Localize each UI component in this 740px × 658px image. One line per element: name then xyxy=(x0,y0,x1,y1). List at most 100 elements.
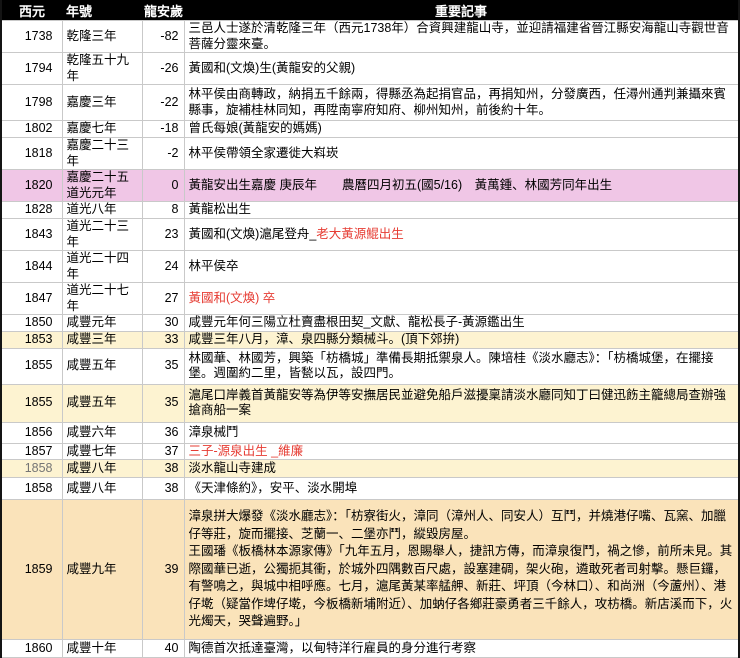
table-row: 1856 咸豐六年 36 漳泉械鬥 xyxy=(0,421,740,444)
age-cell: 38 xyxy=(141,459,185,478)
age-cell: 27 xyxy=(141,282,185,315)
era-cell: 咸豐八年 xyxy=(61,459,143,478)
age-cell: 35 xyxy=(141,383,185,423)
record-text: 黃國和(文煥)滬尾登舟_ xyxy=(188,226,317,241)
record-cell: 黃國和(文煥)滬尾登舟_老大黃源鯤出生 xyxy=(183,218,740,251)
era-cell: 咸豐十年 xyxy=(61,639,143,658)
record-cell: 黃國和(文煥)生(黃龍安的父親) xyxy=(183,52,740,85)
year-cell: 1860 xyxy=(0,639,63,658)
age-cell: -18 xyxy=(141,120,185,138)
table-row: 1850 咸豐元年 30 咸豐元年何三陽立杜賣盡根田契_文獻、龍松長子-黃源鑑出… xyxy=(0,314,740,332)
record-cell: 黃龍松出生 xyxy=(183,201,740,219)
era-cell: 嘉慶二十五 道光元年 xyxy=(61,169,143,202)
era-cell: 道光八年 xyxy=(61,201,143,219)
table-row: 1847 道光二十七年 27 黃國和(文煥) 卒 xyxy=(0,282,740,315)
year-cell: 1844 xyxy=(0,250,63,283)
column-header-era: 年號 xyxy=(62,0,142,21)
age-cell: 38 xyxy=(141,477,185,500)
record-cell: 漳泉械鬥 xyxy=(183,421,740,444)
column-header-record: 重要記事 xyxy=(184,0,739,21)
year-cell: 1858 xyxy=(0,459,63,478)
table-row: 1858 咸豐八年 38 《天津條約》，安平、淡水開埠 xyxy=(0,477,740,500)
record-cell: 林平侯卒 xyxy=(183,250,740,283)
era-cell: 咸豐八年 xyxy=(61,477,143,500)
age-cell: -2 xyxy=(141,137,185,170)
year-cell: 1738 xyxy=(0,20,63,53)
table-row: 1738 乾隆三年 -82 三邑人士遂於清乾隆三年（西元1738年）合資興建龍山… xyxy=(0,20,740,53)
table-row: 1844 道光二十四年 24 林平侯卒 xyxy=(0,250,740,283)
record-cell: 林平侯帶領全家遷徙大嵙崁 xyxy=(183,137,740,170)
table-row: 1818 嘉慶二十三年 -2 林平侯帶領全家遷徙大嵙崁 xyxy=(0,137,740,170)
age-cell: 39 xyxy=(141,499,185,640)
year-cell: 1798 xyxy=(0,84,63,121)
age-cell: 0 xyxy=(141,169,185,202)
era-cell: 乾隆三年 xyxy=(61,20,143,53)
record-cell: 滬尾口岸義首黃龍安等為伊等安撫居民並避免船戶滋擾稟請淡水廳同知丁曰健迅飭主籠總局… xyxy=(183,383,740,423)
table-row-highlight-yellow: 1853 咸豐三年 33 咸豐三年八月，漳、泉四縣分類械斗。(頂下郊拚) xyxy=(0,330,740,349)
table-row: 1855 咸豐五年 35 林國華、林國芳，興築「枋橋城」準備長期抵禦泉人。陳培桂… xyxy=(0,347,740,385)
record-cell: 漳泉拼大爆發《淡水廳志》：「枋寮街火，漳同（漳州人、同安人）互鬥，并燒港仔嘴、瓦… xyxy=(183,499,740,640)
table-row-highlight-yellow: 1858 咸豐八年 38 淡水龍山寺建成 xyxy=(0,459,740,478)
year-cell: 1853 xyxy=(0,330,63,349)
era-cell: 道光二十三年 xyxy=(61,218,143,251)
era-cell: 乾隆五十九年 xyxy=(61,52,143,85)
table-row: 1860 咸豐十年 40 陶德首次抵達臺灣，以甸特洋行雇員的身分進行考察 xyxy=(0,639,740,658)
header-row: 西元 年號 龍安歲 重要記事 xyxy=(1,0,739,21)
era-line-1: 嘉慶二十五 xyxy=(66,170,130,185)
table-row-highlight-yellow: 1855 咸豐五年 35 滬尾口岸義首黃龍安等為伊等安撫居民並避免船戶滋擾稟請淡… xyxy=(0,383,740,423)
era-cell: 咸豐五年 xyxy=(61,347,143,385)
record-cell: 咸豐元年何三陽立杜賣盡根田契_文獻、龍松長子-黃源鑑出生 xyxy=(183,314,740,332)
year-cell: 1847 xyxy=(0,282,63,315)
era-cell: 嘉慶七年 xyxy=(61,120,143,138)
timeline-table: 西元 年號 龍安歲 重要記事 1738 乾隆三年 -82 三邑人士遂於清乾隆三年… xyxy=(0,0,740,658)
record-cell: 曾氏每娘(黃龍安的媽媽) xyxy=(183,120,740,138)
era-cell: 咸豐三年 xyxy=(61,330,143,349)
age-cell: 33 xyxy=(141,330,185,349)
age-cell: 36 xyxy=(141,421,185,444)
year-cell: 1856 xyxy=(0,421,63,444)
age-cell: -82 xyxy=(141,20,185,53)
age-cell: 23 xyxy=(141,218,185,251)
era-cell: 道光二十四年 xyxy=(61,250,143,283)
year-cell: 1850 xyxy=(0,314,63,332)
era-cell: 嘉慶二十三年 xyxy=(61,137,143,170)
record-cell: 陶德首次抵達臺灣，以甸特洋行雇員的身分進行考察 xyxy=(183,639,740,658)
year-cell: 1857 xyxy=(0,442,63,460)
era-line-2: 道光元年 xyxy=(66,185,117,200)
table-row: 1857 咸豐七年 37 三子-源泉出生 _維廉 xyxy=(0,442,740,460)
record-cell: 三子-源泉出生 _維廉 xyxy=(183,442,740,460)
year-cell: 1858 xyxy=(0,477,63,500)
record-paragraph-2: 王國璠《板橋林本源家傳》「九年五月，恩賜舉人，捷訊方傳，而漳泉復鬥，禍之慘，前所… xyxy=(188,544,733,629)
record-cell: 林國華、林國芳，興築「枋橋城」準備長期抵禦泉人。陳培桂《淡水廳志》：「枋橋城堡，… xyxy=(183,347,740,385)
column-header-year: 西元 xyxy=(1,0,62,21)
table-row-highlight-pink: 1820 嘉慶二十五 道光元年 0 黃龍安出生嘉慶 庚辰年 農曆四月初五(國5/… xyxy=(0,169,740,202)
year-cell: 1794 xyxy=(0,52,63,85)
table-row: 1794 乾隆五十九年 -26 黃國和(文煥)生(黃龍安的父親) xyxy=(0,52,740,85)
record-cell: 《天津條約》，安平、淡水開埠 xyxy=(183,477,740,500)
record-cell: 淡水龍山寺建成 xyxy=(183,459,740,478)
record-cell: 三邑人士遂於清乾隆三年（西元1738年）合資興建龍山寺，並迎請福建省晉江縣安海龍… xyxy=(183,20,740,53)
year-cell: 1859 xyxy=(0,499,63,640)
table-row: 1798 嘉慶三年 -22 林平侯由商轉政，納捐五千餘兩，得縣丞為起捐官品，再捐… xyxy=(0,84,740,121)
year-cell: 1843 xyxy=(0,218,63,251)
era-cell: 咸豐六年 xyxy=(61,421,143,444)
year-cell: 1820 xyxy=(0,169,63,202)
record-text-red: 老大黃源鯤出生 xyxy=(316,226,404,241)
age-cell: -22 xyxy=(141,84,185,121)
table-row: 1802 嘉慶七年 -18 曾氏每娘(黃龍安的媽媽) xyxy=(0,120,740,138)
record-cell: 黃龍安出生嘉慶 庚辰年 農曆四月初五(國5/16) 黃萬鍾、林國芳同年出生 xyxy=(183,169,740,202)
age-cell: 8 xyxy=(141,201,185,219)
age-cell: 35 xyxy=(141,347,185,385)
table-row-highlight-tan: 1859 咸豐九年 39 漳泉拼大爆發《淡水廳志》：「枋寮街火，漳同（漳州人、同… xyxy=(0,499,740,640)
year-cell: 1818 xyxy=(0,137,63,170)
record-cell: 黃國和(文煥) 卒 xyxy=(183,282,740,315)
table-row: 1828 道光八年 8 黃龍松出生 xyxy=(0,201,740,219)
year-cell: 1855 xyxy=(0,383,63,423)
year-cell: 1828 xyxy=(0,201,63,219)
era-cell: 道光二十七年 xyxy=(61,282,143,315)
era-cell: 咸豐七年 xyxy=(61,442,143,460)
table-row: 1843 道光二十三年 23 黃國和(文煥)滬尾登舟_老大黃源鯤出生 xyxy=(0,218,740,251)
era-cell: 咸豐九年 xyxy=(61,499,143,640)
age-cell: 30 xyxy=(141,314,185,332)
age-cell: 40 xyxy=(141,639,185,658)
